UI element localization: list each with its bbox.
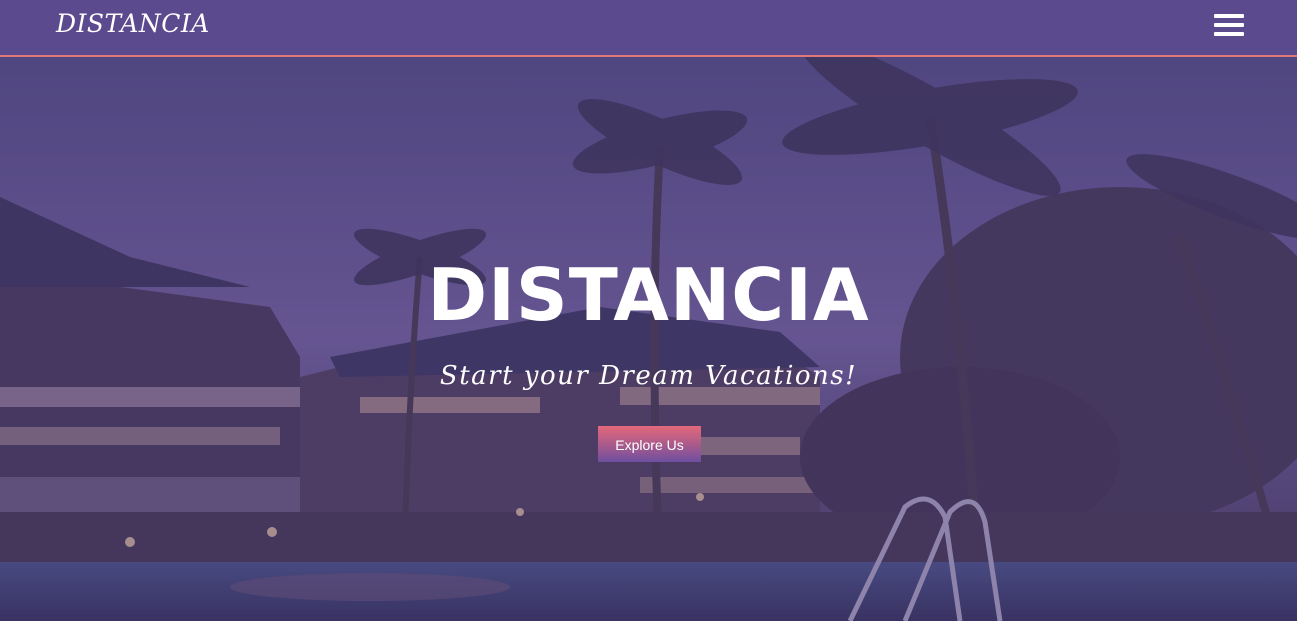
- explore-us-button[interactable]: Explore Us: [598, 426, 701, 462]
- navbar: DISTANCIA: [0, 0, 1297, 57]
- hero-section: DISTANCIA Start your Dream Vacations! Ex…: [0, 57, 1297, 621]
- hero-subtitle: Start your Dream Vacations!: [439, 361, 858, 391]
- hero-overlay: [0, 57, 1297, 621]
- page: DISTANCIA DISTANCIA Start your Dream Vac…: [0, 0, 1297, 621]
- hamburger-menu-icon[interactable]: [1214, 14, 1244, 36]
- brand-logo[interactable]: DISTANCIA: [56, 9, 210, 38]
- hero-title: DISTANCIA: [427, 253, 870, 337]
